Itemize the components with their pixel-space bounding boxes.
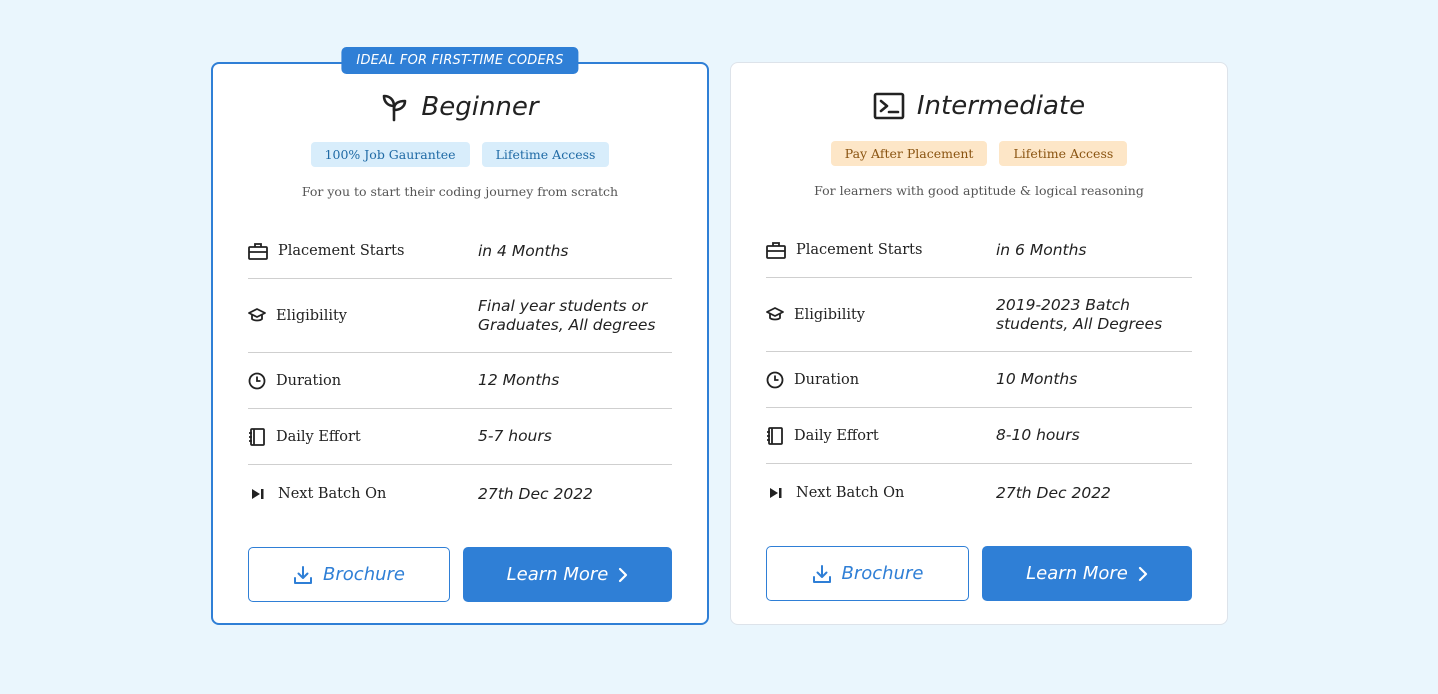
plan-details: Placement Starts in 4 Months Eligibility… [248,224,672,523]
plan-card-beginner: IDEAL FOR FIRST-TIME CODERS Beginner 100… [211,47,709,625]
tag-lifetime-access: Lifetime Access [999,141,1128,166]
detail-value: in 4 Months [478,241,569,260]
learn-more-button[interactable]: Learn More [982,546,1192,601]
detail-row-placement: Placement Starts in 4 Months [248,224,672,279]
detail-value: 12 Months [478,371,560,389]
detail-label: Placement Starts [278,243,405,259]
brochure-button[interactable]: Brochure [248,547,451,602]
detail-label: Duration [276,372,342,389]
terminal-icon [873,92,905,120]
detail-value: 27th Dec 2022 [996,483,1111,502]
tag-pay-after-placement: Pay After Placement [830,141,988,166]
plan-actions: Brochure Learn More [248,547,672,602]
detail-label: Eligibility [794,306,865,323]
detail-row-eligibility: Eligibility Final year students or Gradu… [248,279,672,353]
detail-row-next-batch: Next Batch On 27th Dec 2022 [766,464,1192,522]
clock-icon [766,371,784,388]
download-icon [812,564,831,583]
clock-icon [248,372,266,389]
sprout-icon [381,92,409,122]
graduation-cap-icon [248,307,266,321]
detail-value: in 6 Months [996,240,1087,259]
detail-label: Daily Effort [794,427,879,444]
detail-value: Final year students or Graduates, All de… [478,296,656,334]
notebook-icon [249,427,265,446]
detail-row-next-batch: Next Batch On 27th Dec 2022 [248,465,672,523]
plan-header: Beginner [213,92,707,122]
chevron-right-icon [619,567,628,582]
detail-value: 2019-2023 Batch students, All Degrees [996,295,1163,333]
detail-label: Duration [794,371,860,388]
detail-row-placement: Placement Starts in 6 Months [766,223,1192,278]
plan-details: Placement Starts in 6 Months Eligibility… [766,223,1192,522]
detail-value: 10 Months [996,370,1078,388]
ideal-for-badge: IDEAL FOR FIRST-TIME CODERS [341,47,579,74]
plan-header: Intermediate [731,91,1227,121]
detail-label: Next Batch On [278,486,387,502]
briefcase-icon [248,243,268,260]
plan-title: Beginner [421,92,539,122]
plan-tags: Pay After Placement Lifetime Access [731,141,1227,166]
skip-next-icon [770,488,782,498]
tag-lifetime-access: Lifetime Access [481,142,610,167]
skip-next-icon [252,489,264,499]
detail-row-daily-effort: Daily Effort 5-7 hours [248,409,672,465]
download-icon [294,565,313,584]
detail-value: 5-7 hours [478,427,552,445]
briefcase-icon [766,242,786,259]
plan-tags: 100% Job Gaurantee Lifetime Access [213,142,707,167]
plan-subtitle: For learners with good aptitude & logica… [814,183,1144,198]
learn-more-button[interactable]: Learn More [463,547,672,602]
brochure-button[interactable]: Brochure [766,546,969,601]
detail-label: Next Batch On [796,485,905,501]
plan-title: Intermediate [916,91,1086,121]
detail-row-daily-effort: Daily Effort 8-10 hours [766,408,1192,464]
plan-actions: Brochure Learn More [766,546,1192,601]
detail-label: Eligibility [276,307,347,324]
plan-card-intermediate: Intermediate Pay After Placement Lifetim… [730,62,1228,625]
plan-subtitle: For you to start their coding journey fr… [301,184,619,199]
graduation-cap-icon [766,306,784,320]
detail-value: 27th Dec 2022 [478,484,593,503]
tag-job-guarantee: 100% Job Gaurantee [310,142,470,167]
detail-row-duration: Duration 10 Months [766,352,1192,408]
notebook-icon [767,426,783,445]
detail-row-duration: Duration 12 Months [248,353,672,409]
chevron-right-icon [1138,566,1147,581]
detail-label: Placement Starts [796,242,923,258]
detail-row-eligibility: Eligibility 2019-2023 Batch students, Al… [766,278,1192,352]
detail-value: 8-10 hours [996,426,1080,444]
detail-label: Daily Effort [276,428,361,445]
